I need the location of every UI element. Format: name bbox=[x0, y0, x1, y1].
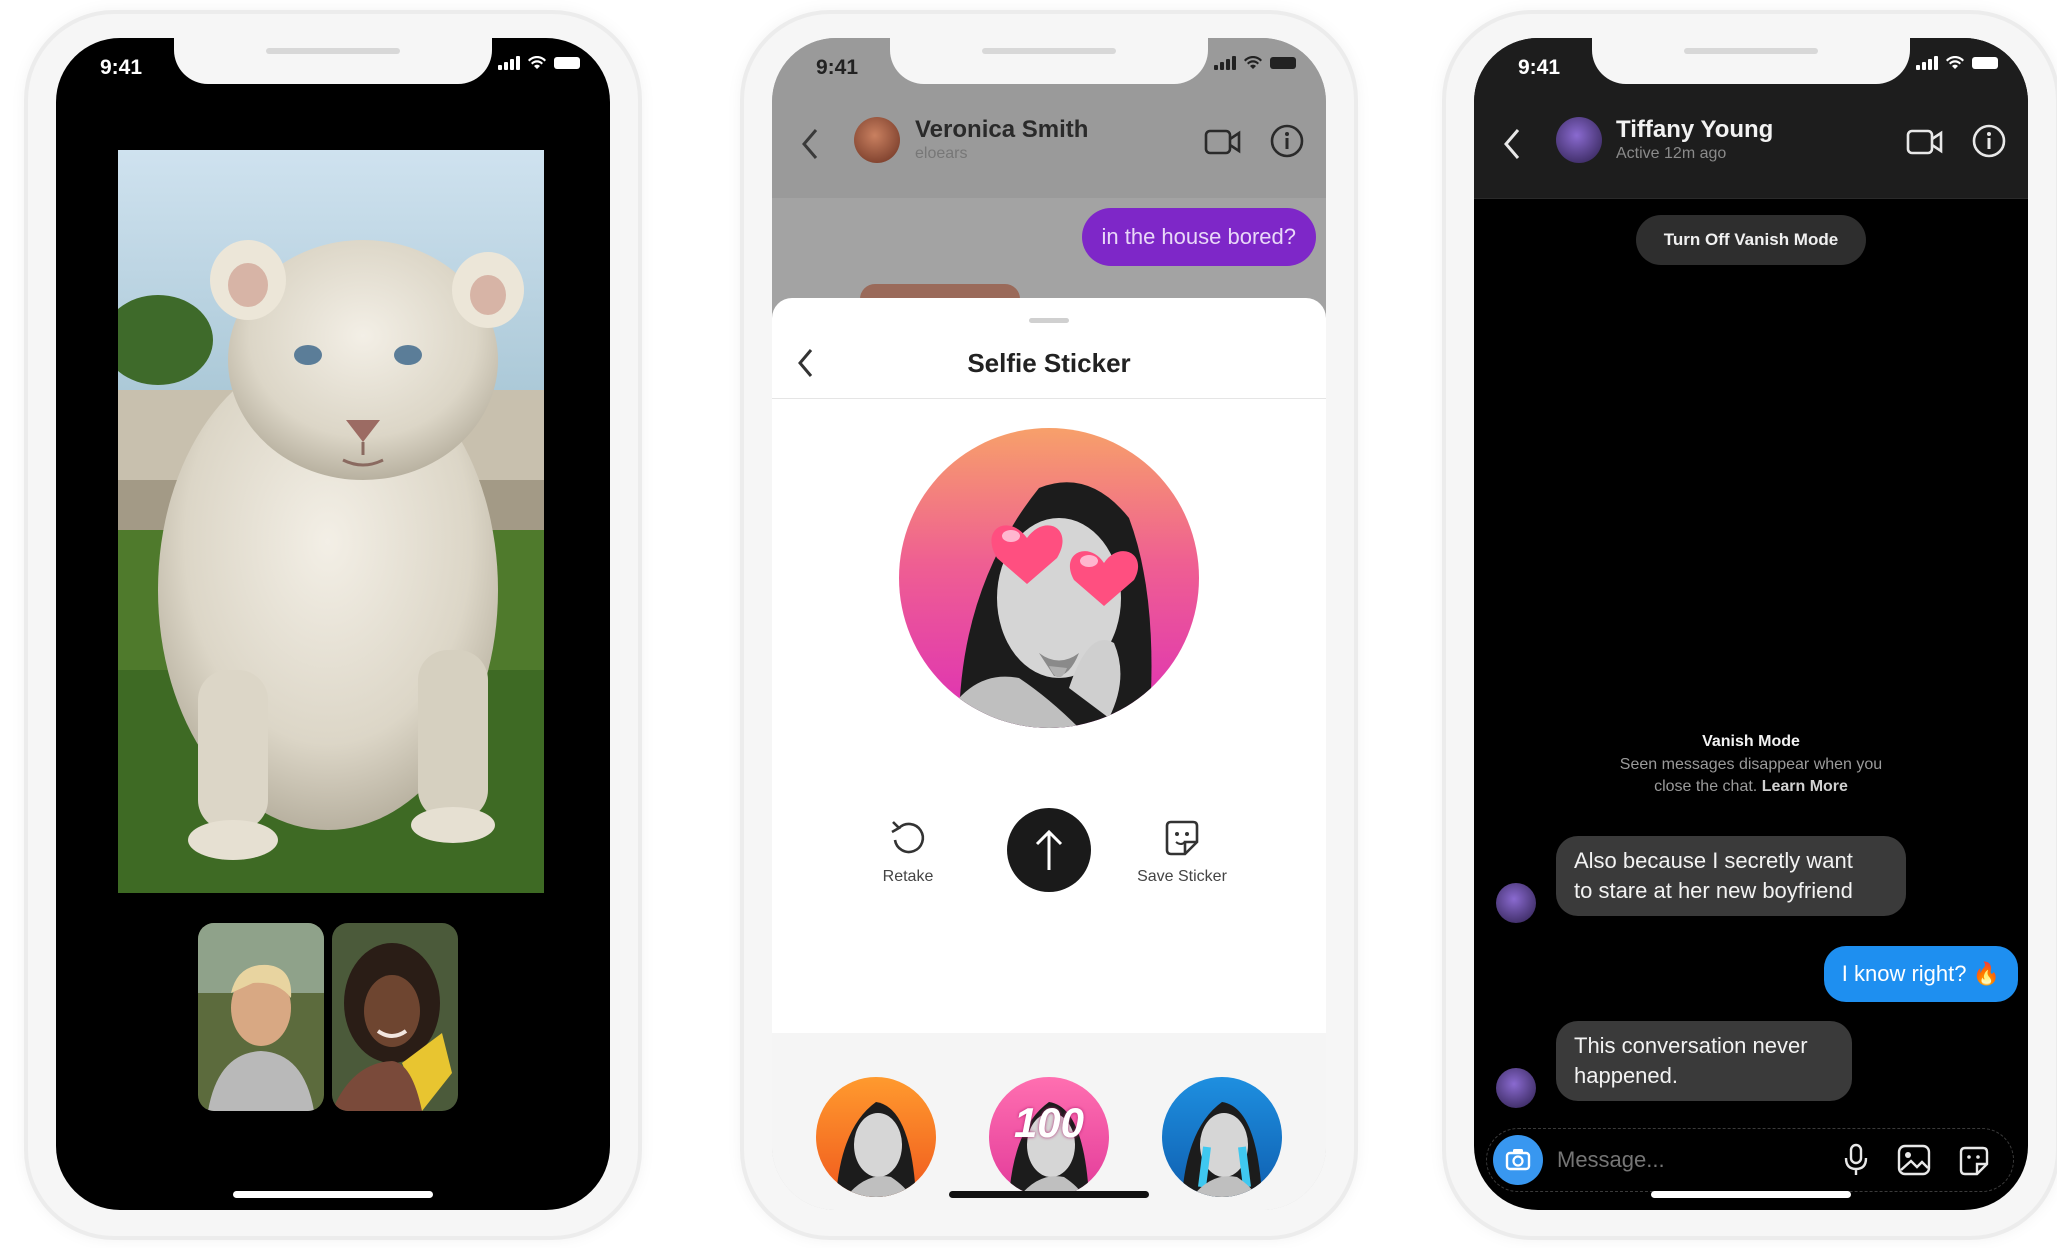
sticker-option-1[interactable] bbox=[816, 1077, 936, 1197]
contact-name[interactable]: Tiffany Young bbox=[1616, 116, 1773, 144]
phone-vanish-mode: 9:41 Tiffany Young Active 12m ago Turn O… bbox=[1446, 14, 2056, 1236]
retake-icon bbox=[891, 821, 925, 854]
avatar[interactable] bbox=[854, 117, 900, 163]
battery-icon bbox=[1270, 57, 1296, 69]
turn-off-vanish-mode-button[interactable]: Turn Off Vanish Mode bbox=[1636, 215, 1866, 265]
arrow-up-icon bbox=[1035, 829, 1063, 870]
video-call-icon[interactable] bbox=[1906, 128, 1944, 156]
send-sticker-button[interactable] bbox=[1007, 808, 1091, 892]
camera-icon bbox=[1505, 1149, 1531, 1171]
retake-label: Retake bbox=[882, 868, 934, 885]
sender-avatar-2 bbox=[1496, 1068, 1536, 1108]
wifi-icon bbox=[1946, 56, 1964, 69]
received-message-2-line-2: happened. bbox=[1574, 1063, 1678, 1088]
participant-tile-1[interactable] bbox=[198, 923, 324, 1111]
main-video-feed bbox=[118, 150, 544, 893]
info-icon[interactable] bbox=[1270, 124, 1304, 158]
sheet-title: Selfie Sticker bbox=[967, 348, 1131, 378]
sticker-100-text: 100 bbox=[1013, 1099, 1085, 1146]
notch bbox=[890, 38, 1208, 84]
microphone-icon[interactable] bbox=[1843, 1143, 1869, 1177]
save-sticker-icon bbox=[1165, 820, 1199, 856]
back-chevron-icon[interactable] bbox=[800, 128, 820, 160]
selfie-sticker-screen: 9:41 Veronica Smith eloears in the house… bbox=[772, 38, 1326, 1210]
vanish-mode-title: Vanish Mode bbox=[1702, 733, 1800, 750]
status-icons bbox=[498, 56, 580, 70]
wifi-icon bbox=[1244, 56, 1262, 69]
notch bbox=[174, 38, 492, 84]
received-message-2-line-1: This conversation never bbox=[1574, 1033, 1808, 1058]
participant-2-photo bbox=[332, 923, 458, 1111]
home-indicator bbox=[1651, 1191, 1851, 1198]
back-chevron-icon[interactable] bbox=[1502, 128, 1522, 160]
retake-button[interactable]: Retake bbox=[858, 818, 958, 886]
status-icons bbox=[1916, 56, 1998, 70]
sticker-tray: 100 bbox=[772, 1033, 1326, 1210]
battery-icon bbox=[1972, 57, 1998, 69]
contact-name[interactable]: Veronica Smith bbox=[915, 116, 1088, 144]
signal-icon bbox=[498, 56, 520, 70]
save-sticker-label: Save Sticker bbox=[1137, 868, 1227, 885]
home-indicator bbox=[233, 1191, 433, 1198]
received-message-1-line-1: Also because I secretly want bbox=[1574, 848, 1853, 873]
message-input[interactable] bbox=[1555, 1141, 1789, 1179]
home-indicator bbox=[949, 1191, 1149, 1198]
contact-status: Active 12m ago bbox=[1616, 145, 1727, 162]
avatar[interactable] bbox=[1556, 117, 1602, 163]
status-icons bbox=[1214, 56, 1296, 70]
info-icon[interactable] bbox=[1972, 124, 2006, 158]
white-lion-cub-photo bbox=[118, 150, 544, 893]
sent-message-bubble[interactable]: in the house bored? bbox=[1081, 208, 1316, 266]
sheet-grabber[interactable] bbox=[1029, 318, 1069, 323]
phone-selfie-sticker: 9:41 Veronica Smith eloears in the house… bbox=[744, 14, 1354, 1236]
phone-video-call: 9:41 bbox=[28, 14, 638, 1236]
signal-icon bbox=[1214, 56, 1236, 70]
sheet-divider bbox=[772, 398, 1326, 399]
contact-username: eloears bbox=[915, 145, 968, 162]
status-time: 9:41 bbox=[100, 56, 143, 79]
status-time: 9:41 bbox=[816, 56, 859, 79]
save-sticker-button[interactable]: Save Sticker bbox=[1112, 818, 1252, 886]
gallery-icon[interactable] bbox=[1897, 1144, 1931, 1176]
selfie-sticker-sheet: Selfie Sticker Retake Save Sticker 100 bbox=[772, 298, 1326, 1210]
vanish-mode-desc-text: close the chat. bbox=[1654, 778, 1758, 795]
wifi-icon bbox=[528, 56, 546, 69]
received-message-1[interactable]: Also because I secretly want to stare at… bbox=[1556, 836, 1906, 916]
message-composer bbox=[1486, 1128, 2014, 1192]
signal-icon bbox=[1916, 56, 1938, 70]
learn-more-link[interactable]: Learn More bbox=[1762, 778, 1848, 795]
participant-1-photo bbox=[198, 923, 324, 1111]
video-call-icon[interactable] bbox=[1204, 128, 1242, 156]
camera-button[interactable] bbox=[1493, 1135, 1543, 1185]
status-time: 9:41 bbox=[1518, 56, 1561, 79]
received-message-2[interactable]: This conversation never happened. bbox=[1556, 1021, 1852, 1101]
sticker-icon[interactable] bbox=[1957, 1144, 1991, 1178]
sticker-option-3[interactable] bbox=[1162, 1077, 1282, 1197]
selfie-sticker-preview bbox=[899, 428, 1199, 728]
sent-message-1[interactable]: I know right? 🔥 bbox=[1823, 946, 2018, 1002]
vanish-mode-screen: 9:41 Tiffany Young Active 12m ago Turn O… bbox=[1474, 38, 2028, 1210]
video-call-screen: 9:41 bbox=[56, 38, 610, 1210]
battery-icon bbox=[554, 57, 580, 69]
participant-tile-2[interactable] bbox=[332, 923, 458, 1111]
vanish-mode-desc-2: close the chat. Learn More bbox=[1474, 778, 2028, 796]
sender-avatar-1 bbox=[1496, 883, 1536, 923]
received-message-1-line-2: to stare at her new boyfriend bbox=[1574, 878, 1853, 903]
vanish-mode-desc-1: Seen messages disappear when you bbox=[1619, 756, 1883, 773]
sticker-option-2[interactable]: 100 bbox=[989, 1077, 1109, 1197]
notch bbox=[1592, 38, 1910, 84]
